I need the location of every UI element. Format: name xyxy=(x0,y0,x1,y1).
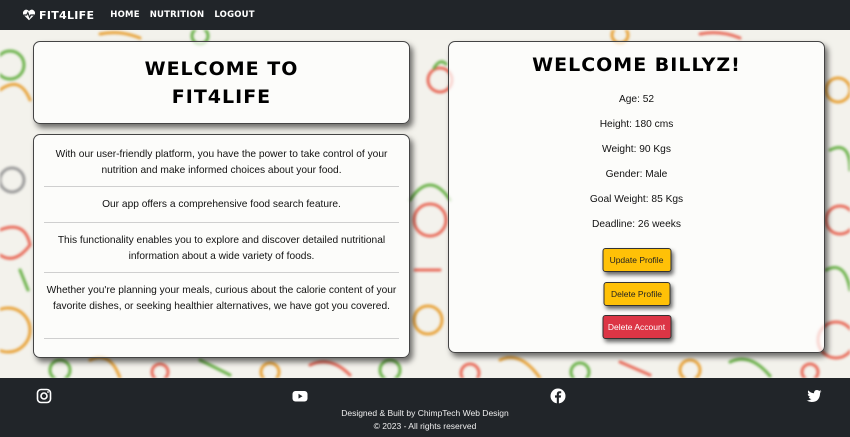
instagram-icon[interactable] xyxy=(36,388,52,404)
info-paragraph-search: Our app offers a comprehensive food sear… xyxy=(44,187,399,223)
twitter-icon[interactable] xyxy=(806,388,822,404)
profile-goal-weight: Goal Weight: 85 Kgs xyxy=(589,194,684,205)
info-paragraph-planning: Whether you're planning your meals, curi… xyxy=(44,273,399,339)
info-paragraph-explore: This functionality enables you to explor… xyxy=(44,223,399,273)
profile-age: Age: 52 xyxy=(618,94,655,105)
profile-height: Height: 180 cms xyxy=(599,119,674,130)
profile-gender: Gender: Male xyxy=(605,169,668,180)
profile-weight: Weight: 90 Kgs xyxy=(602,144,671,155)
facebook-icon[interactable] xyxy=(550,388,566,404)
info-paragraph-platform: With our user-friendly platform, you hav… xyxy=(44,143,399,187)
heart-pulse-icon xyxy=(22,9,36,21)
welcome-card: WELCOME TO FIT4LIFE xyxy=(33,41,410,124)
nav-logout[interactable]: LOGOUT xyxy=(214,10,254,20)
profile-deadline: Deadline: 26 weeks xyxy=(592,219,681,230)
navbar: FIT4LIFE HOME NUTRITION LOGOUT xyxy=(0,0,850,30)
nav-home[interactable]: HOME xyxy=(110,10,139,20)
brand-link[interactable]: FIT4LIFE xyxy=(22,9,94,22)
footer-credit: Designed & Built by ChimpTech Web Design xyxy=(341,408,509,418)
info-card: With our user-friendly platform, you hav… xyxy=(33,134,410,358)
footer-copyright: © 2023 - All rights reserved xyxy=(373,421,477,431)
welcome-heading-line1: WELCOME TO xyxy=(144,57,299,80)
profile-heading: WELCOME BILLYZ! xyxy=(532,54,741,76)
profile-card: WELCOME BILLYZ! Age: 52 Height: 180 cms … xyxy=(448,41,825,353)
welcome-heading: WELCOME TO FIT4LIFE xyxy=(145,55,299,111)
update-profile-button[interactable]: Update Profile xyxy=(602,248,671,272)
footer: Designed & Built by ChimpTech Web Design… xyxy=(0,378,850,437)
delete-account-button[interactable]: Delete Account xyxy=(602,315,671,339)
delete-profile-button[interactable]: Delete Profile xyxy=(603,282,670,306)
youtube-icon[interactable] xyxy=(292,388,308,404)
brand-name: FIT4LIFE xyxy=(39,8,95,22)
nav-nutrition[interactable]: NUTRITION xyxy=(150,10,205,20)
welcome-heading-line2: FIT4LIFE xyxy=(171,85,272,108)
